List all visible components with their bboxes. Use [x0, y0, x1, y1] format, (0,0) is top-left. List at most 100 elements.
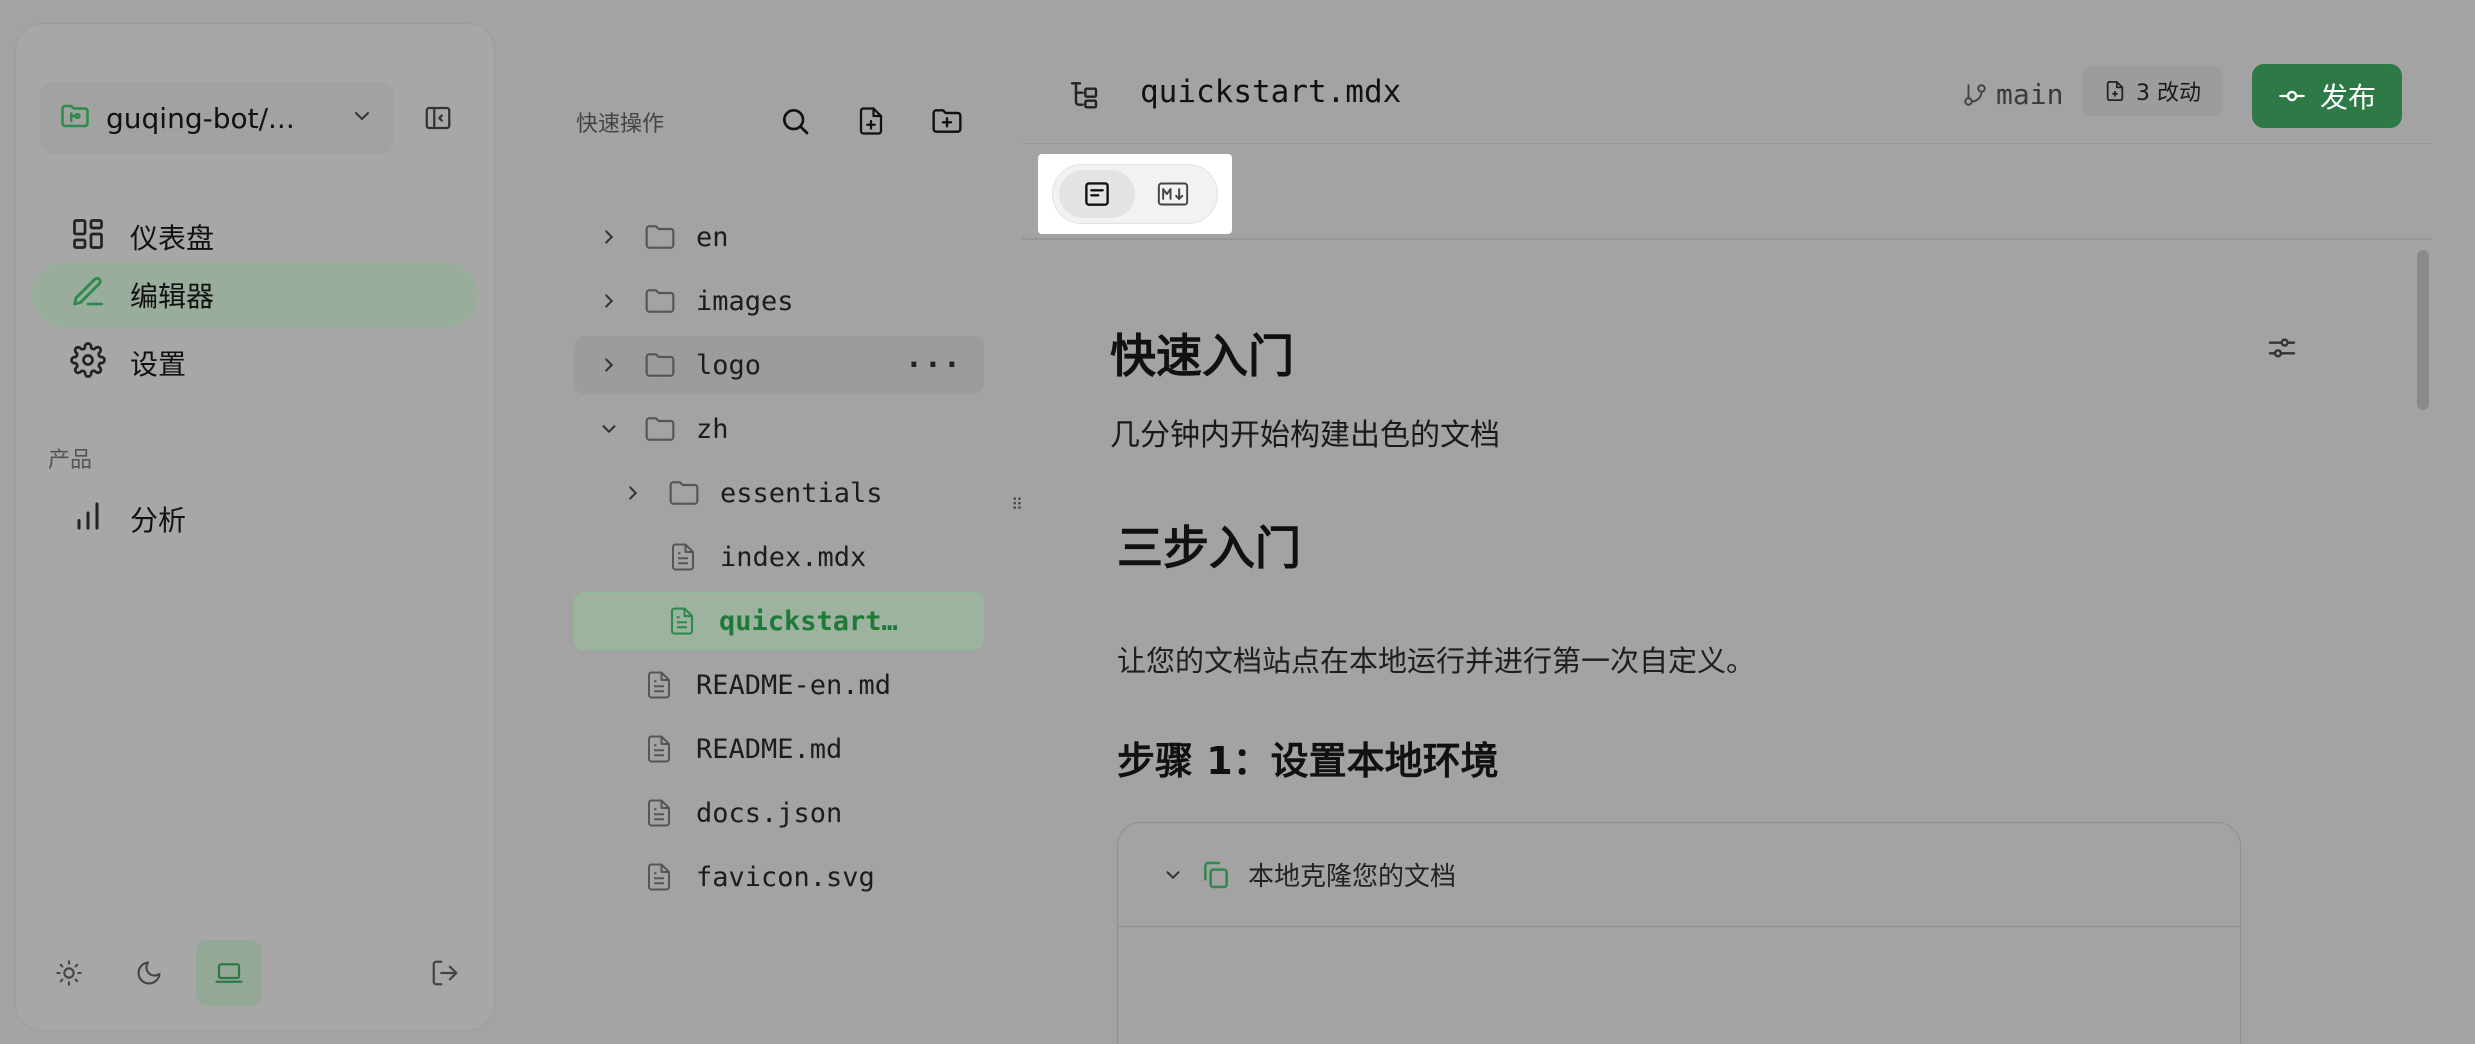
tree-folder-essentials[interactable]: essentials — [574, 464, 984, 522]
file-text-icon — [644, 670, 674, 700]
visual-editor-icon — [1085, 182, 1109, 206]
file-tree-panel: 快速操作 en images logo ··· zh essentials in… — [540, 24, 1020, 1030]
file-diff-icon — [2106, 80, 2124, 102]
theme-system-button[interactable] — [196, 940, 262, 1006]
publish-button[interactable]: 发布 — [2252, 64, 2402, 128]
moon-icon — [137, 961, 161, 985]
doc-heading-3[interactable]: 步骤 1：设置本地环境 — [1117, 730, 1499, 785]
chevron-down-icon — [598, 418, 620, 440]
scrollbar[interactable] — [2415, 244, 2431, 1044]
doc-paragraph[interactable]: 让您的文档站点在本地运行并进行第一次自定义。 — [1117, 638, 1755, 680]
project-name: guqing-bot/... — [106, 101, 295, 135]
theme-light-button[interactable] — [36, 940, 102, 1006]
editor-mode-toggle — [1052, 164, 1218, 224]
file-title: quickstart.mdx — [1140, 74, 1402, 110]
accordion-header[interactable]: 本地克隆您的文档 — [1118, 823, 2240, 927]
chevron-right-icon — [622, 482, 644, 504]
tree-folder-zh[interactable]: zh — [574, 400, 984, 458]
section-label-product: 产品 — [48, 448, 93, 473]
doc-title[interactable]: 快速入门 — [1110, 320, 1294, 386]
tree-item-name: essentials — [720, 477, 883, 509]
scrollbar-thumb[interactable] — [2417, 250, 2429, 410]
logout-icon — [432, 960, 458, 986]
tree-folder-logo[interactable]: logo ··· — [574, 336, 984, 394]
logout-button[interactable] — [412, 940, 478, 1006]
sidebar: guqing-bot/... 仪表盘 编辑器 设置 产品 分析 — [16, 24, 494, 1030]
nav-label: 设置 — [130, 348, 187, 381]
tree-file-docs-json[interactable]: docs.json — [574, 784, 984, 842]
nav-item-dashboard[interactable]: 仪表盘 — [32, 204, 478, 270]
tree-item-name: docs.json — [696, 797, 843, 829]
tree-item-name: zh — [696, 413, 729, 445]
folder-plus-icon — [932, 109, 962, 133]
laptop-icon — [215, 963, 243, 983]
markdown-icon — [1157, 182, 1189, 206]
changes-button[interactable]: 3 改动 — [2082, 66, 2223, 116]
folder-icon — [644, 221, 676, 253]
tree-folder-en[interactable]: en — [574, 208, 984, 266]
file-text-icon — [644, 862, 674, 892]
chevron-down-icon — [350, 104, 374, 132]
sun-icon — [56, 960, 82, 986]
mode-toggle-highlight — [1038, 154, 1232, 234]
tree-item-name: en — [696, 221, 729, 253]
git-commit-icon — [2279, 90, 2305, 102]
folder-icon — [644, 349, 676, 381]
tree-item-name: images — [696, 285, 794, 317]
tree-item-name: README.md — [696, 733, 843, 765]
tree-folder-images[interactable]: images — [574, 272, 984, 330]
tree-file-readme-en[interactable]: README-en.md — [574, 656, 984, 714]
new-file-button[interactable] — [854, 104, 888, 138]
pen-icon — [70, 274, 106, 317]
tree-item-name: logo — [696, 349, 762, 381]
sliders-icon — [2268, 338, 2296, 358]
dashboard-icon — [70, 216, 106, 259]
folder-git-icon — [60, 101, 90, 135]
publish-label: 发布 — [2319, 81, 2376, 114]
gear-icon — [70, 341, 106, 385]
chevron-right-icon — [598, 290, 620, 312]
file-text-icon — [668, 542, 698, 572]
file-text-icon — [644, 798, 674, 828]
doc-heading-2[interactable]: 三步入门 — [1117, 512, 1301, 578]
branch-selector[interactable]: main — [1962, 78, 2063, 111]
theme-dark-button[interactable] — [116, 940, 182, 1006]
folder-icon — [668, 477, 700, 509]
markdown-mode-button[interactable] — [1135, 170, 1211, 218]
editor-pane: quickstart.mdx main 3 改动 发布 快速入门 几分钟内开始构… — [1022, 24, 2475, 1044]
nav-label: 仪表盘 — [130, 222, 215, 255]
quick-actions-title: 快速操作 — [576, 112, 665, 137]
accordion-block: 本地克隆您的文档 — [1117, 822, 2241, 1044]
folder-icon — [644, 413, 676, 445]
folder-icon — [644, 285, 676, 317]
document-content[interactable]: 快速入门 几分钟内开始构建出色的文档 三步入门 让您的文档站点在本地运行并进行第… — [1022, 240, 2422, 1044]
bar-chart-icon — [70, 498, 106, 541]
search-icon — [783, 109, 809, 135]
tree-file-index[interactable]: index.mdx — [574, 528, 984, 586]
nav-item-settings[interactable]: 设置 — [32, 330, 478, 396]
branch-name: main — [1996, 78, 2064, 111]
nav-item-editor[interactable]: 编辑器 — [32, 262, 478, 328]
search-button[interactable] — [778, 104, 812, 138]
tree-item-name: favicon.svg — [696, 861, 875, 893]
file-tree-toggle-icon[interactable] — [1068, 78, 1100, 114]
more-options-icon[interactable]: ··· — [905, 348, 962, 383]
tree-file-favicon[interactable]: favicon.svg — [574, 848, 984, 906]
copy-icon — [1204, 861, 1228, 888]
nav-label: 分析 — [130, 504, 187, 537]
tree-file-quickstart[interactable]: quickstart… — [574, 592, 984, 650]
new-folder-button[interactable] — [930, 104, 964, 138]
doc-description[interactable]: 几分钟内开始构建出色的文档 — [1110, 410, 1500, 454]
visual-mode-button[interactable] — [1059, 170, 1135, 218]
chevron-right-icon — [598, 226, 620, 248]
git-branch-icon — [1964, 83, 1986, 106]
project-switcher[interactable]: guqing-bot/... — [40, 82, 394, 154]
page-settings-button[interactable] — [2262, 328, 2302, 368]
accordion-title: 本地克隆您的文档 — [1248, 862, 1457, 892]
file-text-icon — [644, 734, 674, 764]
nav-item-analytics[interactable]: 分析 — [32, 486, 478, 552]
collapse-sidebar-button[interactable] — [420, 100, 456, 136]
chevron-right-icon — [598, 354, 620, 376]
chevron-down-icon — [1166, 870, 1180, 879]
tree-file-readme[interactable]: README.md — [574, 720, 984, 778]
